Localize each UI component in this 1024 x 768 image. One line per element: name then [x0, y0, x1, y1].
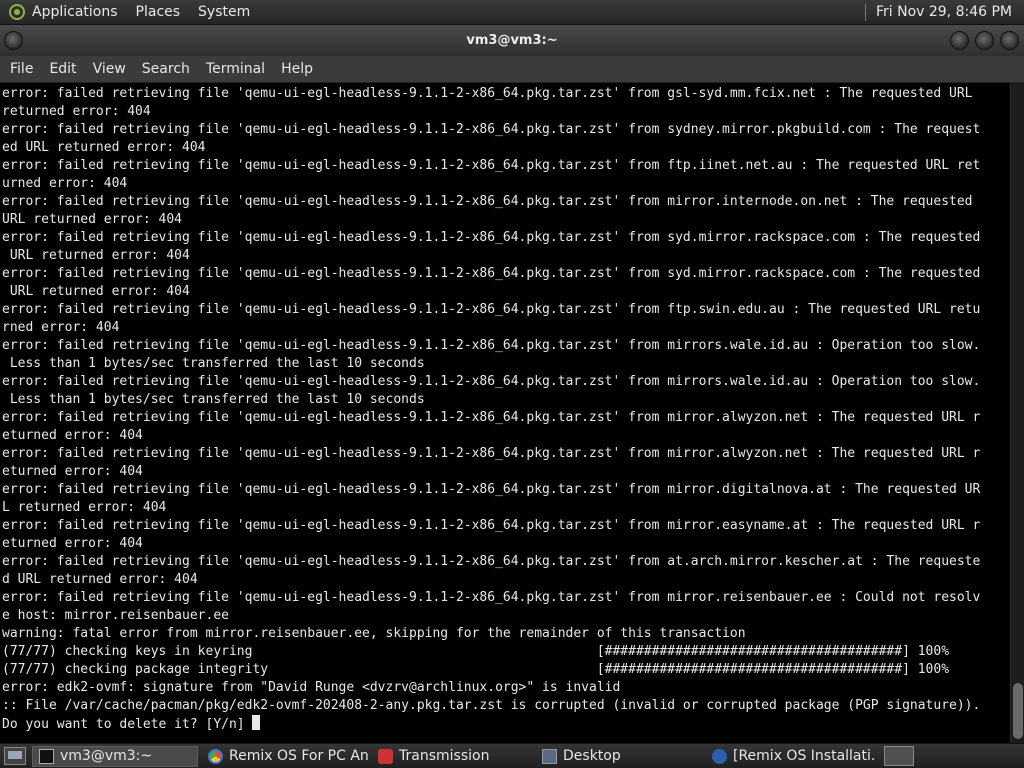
terminal-line: L returned error: 404	[2, 500, 167, 515]
terminal-line: urned error: 404	[2, 176, 128, 191]
window-title: vm3@vm3:~	[466, 33, 558, 48]
panel-separator	[864, 3, 866, 21]
terminal-line: URL returned error: 404	[2, 248, 190, 263]
terminal-line: error: failed retrieving file 'qemu-ui-e…	[2, 302, 981, 317]
terminal-line: error: failed retrieving file 'qemu-ui-e…	[2, 374, 981, 389]
task-transmission[interactable]: Transmission	[372, 746, 532, 767]
gnome-foot-icon[interactable]	[8, 3, 26, 21]
terminal-line: URL returned error: 404	[2, 284, 190, 299]
task-browser[interactable]: Remix OS For PC An...	[202, 746, 368, 767]
maximize-icon[interactable]	[975, 31, 994, 50]
terminal-icon	[39, 748, 54, 764]
terminal-line: error: failed retrieving file 'qemu-ui-e…	[2, 194, 973, 209]
terminal-line: error: failed retrieving file 'qemu-ui-e…	[2, 482, 981, 497]
terminal-menubar: File Edit View Search Terminal Help	[0, 56, 1024, 83]
places-menu[interactable]: Places	[136, 4, 181, 20]
terminal-line: error: failed retrieving file 'qemu-ui-e…	[2, 446, 981, 461]
minimize-icon[interactable]	[950, 31, 969, 50]
task-label: Remix OS For PC An...	[229, 748, 368, 764]
task-label: Desktop	[563, 748, 621, 764]
task-label: Transmission	[399, 748, 490, 764]
bottom-taskbar: vm3@vm3:~ Remix OS For PC An... Transmis…	[0, 743, 1024, 768]
task-label: [Remix OS Installati...	[733, 748, 876, 764]
menu-help[interactable]: Help	[275, 61, 323, 77]
terminal-line: (77/77) checking package integrity [####…	[2, 662, 950, 677]
terminal-line: (77/77) checking keys in keyring [######…	[2, 644, 950, 659]
terminal-line: eturned error: 404	[2, 464, 143, 479]
close-icon[interactable]	[1000, 31, 1019, 50]
applications-menu[interactable]: Applications	[32, 4, 118, 20]
menu-file[interactable]: File	[4, 61, 43, 77]
terminal-line: error: failed retrieving file 'qemu-ui-e…	[2, 554, 981, 569]
window-menu-icon[interactable]	[4, 31, 23, 50]
menu-search[interactable]: Search	[136, 61, 200, 77]
task-label: vm3@vm3:~	[60, 748, 153, 764]
app-icon	[712, 748, 727, 764]
terminal-line: URL returned error: 404	[2, 212, 183, 227]
terminal-line: error: failed retrieving file 'qemu-ui-e…	[2, 518, 981, 533]
folder-icon	[542, 748, 557, 764]
terminal-line: error: failed retrieving file 'qemu-ui-e…	[2, 590, 981, 605]
top-panel: Applications Places System Fri Nov 29, 8…	[0, 0, 1024, 25]
terminal-line: error: failed retrieving file 'qemu-ui-e…	[2, 266, 981, 281]
terminal-line: error: failed retrieving file 'qemu-ui-e…	[2, 158, 981, 173]
task-desktop[interactable]: Desktop	[536, 746, 702, 767]
text-cursor	[252, 715, 261, 730]
system-menu[interactable]: System	[198, 4, 250, 20]
window-titlebar[interactable]: vm3@vm3:~	[0, 25, 1024, 56]
terminal-line: returned error: 404	[2, 104, 151, 119]
terminal-line: error: failed retrieving file 'qemu-ui-e…	[2, 410, 981, 425]
show-desktop-icon[interactable]	[4, 747, 26, 765]
scrollbar-thumb[interactable]	[1013, 683, 1023, 739]
menu-view[interactable]: View	[87, 61, 136, 77]
menu-terminal[interactable]: Terminal	[200, 61, 275, 77]
terminal-output[interactable]: error: failed retrieving file 'qemu-ui-e…	[0, 83, 1010, 743]
terminal-line: d URL returned error: 404	[2, 572, 198, 587]
clock[interactable]: Fri Nov 29, 8:46 PM	[876, 4, 1012, 20]
terminal-line: e host: mirror.reisenbauer.ee	[2, 608, 229, 623]
terminal-line: warning: fatal error from mirror.reisenb…	[2, 626, 746, 641]
terminal-line: error: failed retrieving file 'qemu-ui-e…	[2, 122, 981, 137]
terminal-line: rned error: 404	[2, 320, 120, 335]
terminal-line: ed URL returned error: 404	[2, 140, 206, 155]
terminal-line: eturned error: 404	[2, 428, 143, 443]
terminal-line: Less than 1 bytes/sec transferred the la…	[2, 356, 425, 371]
terminal-line: error: failed retrieving file 'qemu-ui-e…	[2, 230, 981, 245]
terminal-line: Less than 1 bytes/sec transferred the la…	[2, 392, 425, 407]
terminal-line: Do you want to delete it? [Y/n]	[2, 715, 1010, 733]
terminal-line: :: File /var/cache/pacman/pkg/edk2-ovmf-…	[2, 698, 981, 713]
task-installer[interactable]: [Remix OS Installati...	[706, 746, 876, 767]
task-terminal[interactable]: vm3@vm3:~	[32, 745, 198, 767]
workspace-switcher[interactable]	[884, 746, 914, 766]
terminal-line: error: failed retrieving file 'qemu-ui-e…	[2, 86, 973, 101]
transmission-icon	[378, 748, 393, 764]
terminal-line: error: edk2-ovmf: signature from "David …	[2, 680, 621, 695]
terminal-line: eturned error: 404	[2, 536, 143, 551]
menu-edit[interactable]: Edit	[43, 61, 86, 77]
terminal-scrollbar[interactable]	[1010, 83, 1024, 743]
chrome-icon	[208, 748, 223, 764]
terminal-line: error: failed retrieving file 'qemu-ui-e…	[2, 338, 981, 353]
